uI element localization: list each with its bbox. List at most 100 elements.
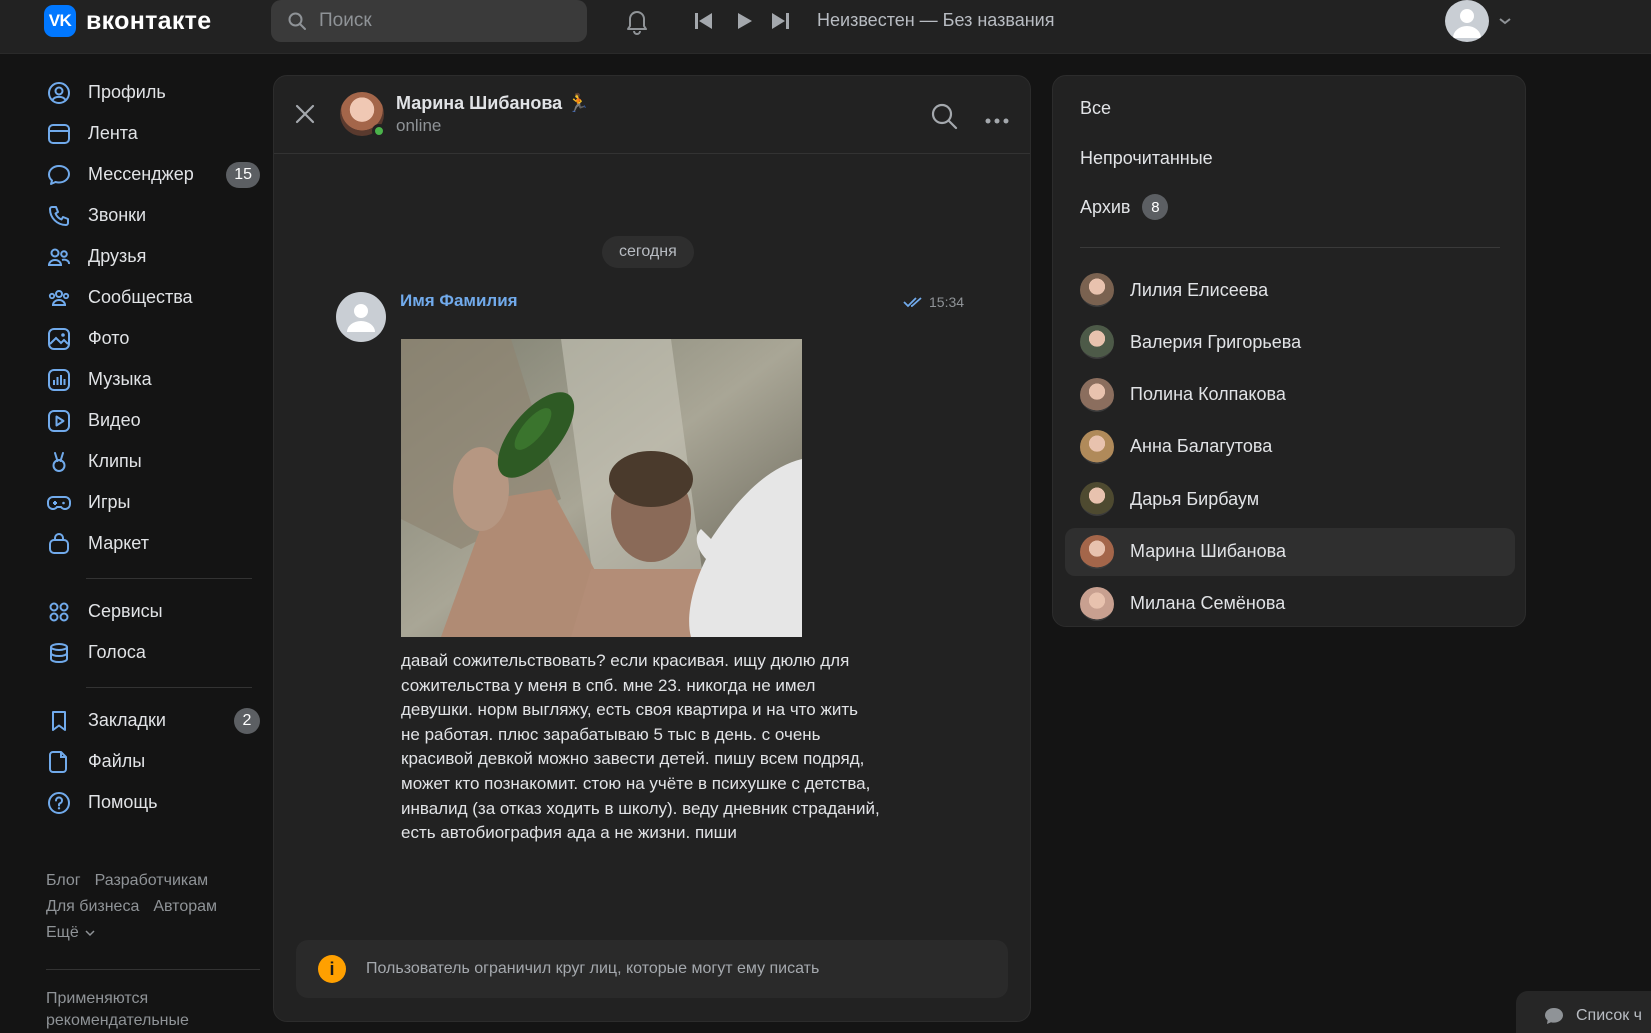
- dialog-avatar: [1080, 325, 1114, 360]
- notifications-bell-icon[interactable]: [622, 6, 652, 36]
- dialog-item[interactable]: Полина Колпакова: [1065, 371, 1515, 419]
- nav-item-profile[interactable]: Профиль: [46, 72, 260, 113]
- nav-item-games[interactable]: Игры: [46, 482, 260, 523]
- peer-status-emoji: 🏃: [567, 93, 590, 113]
- dialog-avatar: [1080, 482, 1114, 517]
- market-bag-icon: [46, 531, 72, 557]
- folder-unread[interactable]: Непрочитанные: [1080, 148, 1213, 169]
- write-restriction-notice: i Пользователь ограничил круг лиц, котор…: [296, 940, 1008, 998]
- read-checkmarks-icon: [903, 297, 922, 308]
- bookmark-icon: [46, 708, 72, 734]
- nav-item-label: Помощь: [88, 792, 158, 812]
- restriction-text: Пользователь ограничил круг лиц, которые…: [366, 960, 820, 977]
- top-header: VK вконтакте Неизвестен — Без названия: [0, 0, 1651, 54]
- peer-online-status: online: [396, 116, 442, 135]
- nav-item-label: Игры: [88, 492, 131, 512]
- next-track-icon[interactable]: [769, 10, 791, 32]
- now-playing-title[interactable]: Неизвестен — Без названия: [817, 10, 1054, 31]
- nav-item-photos[interactable]: Фото: [46, 318, 260, 359]
- nav-item-votes[interactable]: Голоса: [46, 632, 260, 673]
- phone-icon: [46, 203, 72, 229]
- date-separator: сегодня: [602, 236, 694, 268]
- message-icon: [46, 162, 72, 188]
- nav-item-help[interactable]: Помощь: [46, 782, 260, 823]
- user-avatar[interactable]: [1445, 0, 1489, 42]
- dialog-name: Милана Семёнова: [1130, 593, 1286, 614]
- vk-logo[interactable]: VK вконтакте: [44, 5, 211, 37]
- dialog-item[interactable]: Лилия Елисеева: [1065, 266, 1515, 314]
- folder-label: Все: [1080, 98, 1112, 118]
- chevron-down-icon[interactable]: [1498, 13, 1512, 31]
- search-box[interactable]: [271, 0, 587, 42]
- chat-list-tab[interactable]: Список ч: [1516, 991, 1651, 1033]
- dialog-avatar: [1080, 429, 1114, 464]
- nav-item-files[interactable]: Файлы: [46, 741, 260, 782]
- nav-item-label: Лента: [88, 123, 138, 143]
- previous-track-icon[interactable]: [693, 10, 715, 32]
- search-input[interactable]: [319, 10, 559, 32]
- dialog-item[interactable]: Марина Шибанова: [1065, 527, 1515, 576]
- dialog-name: Валерия Григорьева: [1130, 331, 1302, 352]
- nav-item-label: Мессенджер: [88, 164, 194, 184]
- folder-label: Архив: [1080, 196, 1131, 217]
- nav-item-label: Закладки: [88, 710, 166, 730]
- close-icon[interactable]: [294, 103, 316, 130]
- chevron-down-icon: [85, 930, 95, 937]
- footer-link-blog[interactable]: Блог: [46, 872, 81, 889]
- photo-icon: [46, 326, 72, 352]
- nav-item-calls[interactable]: Звонки: [46, 195, 260, 236]
- friends-icon: [46, 244, 72, 270]
- nav-item-bookmarks[interactable]: Закладки 2: [46, 700, 260, 741]
- nav-item-label: Фото: [88, 328, 130, 348]
- footer-link-developers[interactable]: Разработчикам: [95, 872, 209, 889]
- gamepad-icon: [46, 490, 72, 516]
- left-navigation: Профиль Лента Мессенджер 15 Звонки Друзь…: [46, 72, 260, 823]
- search-icon: [288, 12, 306, 30]
- nav-item-label: Сообщества: [88, 287, 193, 307]
- more-options-icon[interactable]: [984, 112, 1010, 130]
- nav-item-video[interactable]: Видео: [46, 400, 260, 441]
- file-icon: [46, 749, 72, 775]
- message-photo-attachment[interactable]: [401, 339, 802, 637]
- nav-item-services[interactable]: Сервисы: [46, 591, 260, 632]
- peer-name[interactable]: Марина Шибанова 🏃: [396, 93, 590, 114]
- chat-panel: Марина Шибанова 🏃 online сегодня Имя Фам…: [273, 75, 1031, 1022]
- dialog-item[interactable]: Дарья Бирбаум: [1065, 475, 1515, 523]
- dialog-item[interactable]: Валерия Григорьева: [1065, 318, 1515, 366]
- nav-item-friends[interactable]: Друзья: [46, 236, 260, 277]
- dialog-name: Дарья Бирбаум: [1130, 488, 1260, 509]
- footer-link-authors[interactable]: Авторам: [153, 898, 217, 915]
- message-author-name[interactable]: Имя Фамилия: [400, 291, 518, 311]
- footer-link-more[interactable]: Ещё: [46, 924, 95, 941]
- message-author-avatar[interactable]: [336, 292, 386, 342]
- play-icon[interactable]: [733, 10, 755, 32]
- dialog-name: Анна Балагутова: [1130, 436, 1273, 457]
- chat-header: Марина Шибанова 🏃 online: [274, 76, 1030, 154]
- nav-item-market[interactable]: Маркет: [46, 523, 260, 564]
- footer-more-label: Ещё: [46, 924, 79, 941]
- nav-item-music[interactable]: Музыка: [46, 359, 260, 400]
- footer-link-business[interactable]: Для бизнеса: [46, 898, 139, 915]
- nav-divider: [86, 687, 252, 688]
- nav-item-communities[interactable]: Сообщества: [46, 277, 260, 318]
- chat-list-label: Список ч: [1576, 1007, 1643, 1024]
- dialog-name: Полина Колпакова: [1130, 384, 1286, 405]
- search-icon[interactable]: [930, 102, 958, 135]
- folder-archive[interactable]: Архив 8: [1080, 194, 1169, 220]
- nav-item-label: Сервисы: [88, 601, 163, 621]
- dialog-item[interactable]: Анна Балагутова: [1065, 423, 1515, 471]
- folder-all[interactable]: Все: [1080, 98, 1111, 119]
- nav-item-messenger[interactable]: Мессенджер 15: [46, 154, 260, 195]
- archive-count-badge: 8: [1142, 194, 1169, 220]
- vk-logo-badge: VK: [44, 5, 76, 37]
- nav-item-clips[interactable]: Клипы: [46, 441, 260, 482]
- nav-item-feed[interactable]: Лента: [46, 113, 260, 154]
- help-icon: [46, 790, 72, 816]
- dialog-avatar: [1080, 273, 1114, 307]
- dialog-item[interactable]: Милана Семёнова: [1065, 580, 1515, 628]
- dialog-name: Лилия Елисеева: [1130, 279, 1269, 300]
- dialog-avatar: [1080, 586, 1114, 621]
- nav-item-label: Друзья: [88, 246, 147, 266]
- services-grid-icon: [46, 599, 72, 625]
- folder-label: Непрочитанные: [1080, 148, 1213, 168]
